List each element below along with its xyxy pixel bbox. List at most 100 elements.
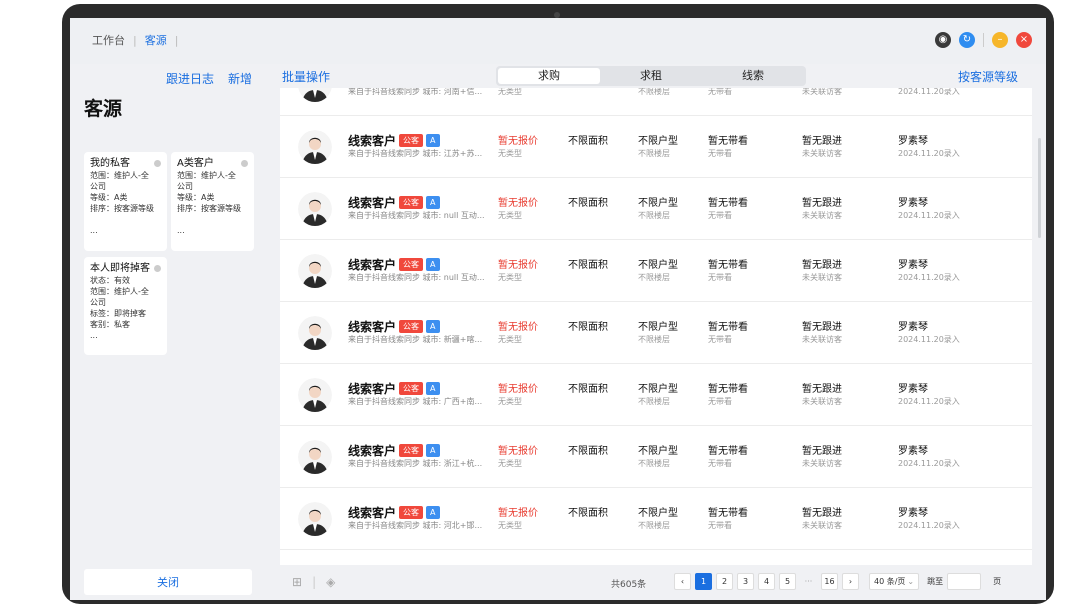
globe-icon[interactable]: ◉ — [935, 32, 951, 48]
jump-label: 跳至 — [927, 577, 944, 586]
customer-name[interactable]: 线索客户 — [348, 380, 396, 397]
price-type: 无类型 — [498, 521, 522, 530]
crumb-workbench[interactable]: 工作台 — [92, 32, 125, 48]
page-word: 页 — [993, 577, 1002, 586]
table-row[interactable]: 线索客户 公客 A 来自于抖音线索同步 城市: 广西+南... 暂无报价 无类型 不限面积不… — [280, 364, 1032, 426]
table-row[interactable]: 线索客户 公客 A 来自于抖音线索同步 城市: 江苏+苏... 暂无报价 无类型 不限面积不… — [280, 116, 1032, 178]
left-panel-links: 跟进日志 新增 — [166, 70, 252, 87]
tab-rent[interactable]: 求租 — [600, 68, 702, 84]
prev-page-button[interactable]: ‹ — [674, 573, 691, 590]
area-value: 不限面积 — [568, 260, 608, 271]
page-button[interactable]: 5 — [779, 573, 796, 590]
page-button[interactable]: 2 — [716, 573, 733, 590]
grade-badge: A — [426, 506, 440, 519]
price-cell: 暂无报价无类型 — [498, 508, 538, 532]
page-ellipsis[interactable]: ··· — [800, 573, 817, 590]
floor-value: 不限楼层 — [638, 397, 670, 406]
viewing-cell: 暂无带看无带看 — [708, 88, 748, 98]
batch-operation-link[interactable]: 批量操作 — [282, 68, 330, 85]
follow-sub: 未关联访客 — [802, 335, 842, 344]
price-cell: 暂无报价无类型 — [498, 446, 538, 470]
avatar — [298, 254, 332, 288]
tab-buy[interactable]: 求购 — [498, 68, 600, 84]
follow-value: 暂无跟进 — [802, 198, 842, 209]
viewing-sub: 无带看 — [708, 273, 732, 282]
follow-cell: 暂无跟进未关联访客 — [802, 88, 842, 98]
status-dot-icon — [154, 265, 161, 272]
page-button[interactable]: 1 — [695, 573, 712, 590]
customer-source: 来自于抖音线索同步 城市: 广西+南... — [348, 397, 483, 406]
page-size-select[interactable]: 40 条/页 ⌄ — [869, 573, 920, 590]
customer-name-line: 线索客户 公客 A — [348, 132, 440, 149]
viewing-value: 暂无带看 — [708, 322, 748, 333]
card-line: 客别：私客 — [90, 320, 130, 329]
room-cell: 不限户型不限楼层 — [638, 198, 678, 222]
filter-card-dropping[interactable]: 本人即将掉客 状态：有效 范围：维护人-全 公司 标签：即将掉客 客别：私客 .… — [84, 257, 167, 355]
page-button[interactable]: 3 — [737, 573, 754, 590]
tab-leads[interactable]: 线索 — [702, 68, 804, 84]
filter-card-my-private[interactable]: 我的私客 范围：维护人-全 公司 等级：A类 排序：按客源等级 ... — [84, 152, 167, 251]
customer-name[interactable]: 线索客户 — [348, 194, 396, 211]
card-line: 范围：维护人-全 — [177, 171, 236, 180]
customer-name-line: 线索客户 公客 A — [348, 194, 440, 211]
crumb-customers[interactable]: 客源 — [145, 32, 167, 48]
collapse-icon[interactable]: ◈ — [326, 575, 335, 589]
agent-cell: 罗素琴2024.11.20录入 — [898, 198, 960, 222]
close-icon[interactable]: × — [1016, 32, 1032, 48]
follow-cell: 暂无跟进未关联访客 — [802, 446, 842, 470]
follow-log-link[interactable]: 跟进日志 — [166, 70, 214, 87]
customer-name[interactable]: 线索客户 — [348, 442, 396, 459]
price-value: 暂无报价 — [498, 446, 538, 457]
list-header: 批量操作 求购 求租 线索 按客源等级 — [266, 64, 1046, 88]
minimize-icon[interactable]: – — [992, 32, 1008, 48]
price-cell: 暂无报价无类型 — [498, 260, 538, 284]
scrollbar[interactable] — [1038, 138, 1041, 238]
refresh-icon[interactable]: ↻ — [959, 32, 975, 48]
agent-cell: 罗素琴2024.11.20录入 — [898, 508, 960, 532]
customer-source: 来自于抖音线索同步 城市: 江苏+苏... — [348, 149, 483, 158]
table-row[interactable]: 线索客户公客A来自于抖音线索同步 城市: 河南+信...暂无报价无类型不限面积不… — [280, 88, 1032, 116]
table-row[interactable]: 线索客户 公客 A 来自于抖音线索同步 城市: 河北+邯... 暂无报价 无类型 不限面积不… — [280, 488, 1032, 550]
room-value: 不限户型 — [638, 136, 678, 147]
customer-name-line: 线索客户 公客 A — [348, 318, 440, 335]
agent-name: 罗素琴 — [898, 446, 928, 457]
agent-cell: 罗素琴2024.11.20录入 — [898, 88, 960, 98]
follow-sub: 未关联访客 — [802, 149, 842, 158]
room-value: 不限户型 — [638, 322, 678, 333]
window-controls: ◉ ↻ – × — [935, 32, 1032, 48]
sort-by-grade-link[interactable]: 按客源等级 — [958, 68, 1018, 85]
entry-date: 2024.11.20录入 — [898, 149, 960, 158]
area-value: 不限面积 — [568, 198, 608, 209]
page-button[interactable]: 4 — [758, 573, 775, 590]
customer-name[interactable]: 线索客户 — [348, 256, 396, 273]
area-cell: 不限面积 — [568, 260, 608, 272]
table-row[interactable]: 线索客户 公客 A 来自于抖音线索同步 城市: null 互动... 暂无报价 无类型 不限… — [280, 178, 1032, 240]
room-value: 不限户型 — [638, 508, 678, 519]
table-row[interactable]: 线索客户 公客 A 来自于抖音线索同步 城市: null 互动... 暂无报价 无类型 不限… — [280, 240, 1032, 302]
price-type: 无类型 — [498, 397, 522, 406]
entry-date: 2024.11.20录入 — [898, 88, 960, 96]
grade-badge: A — [426, 320, 440, 333]
page-button[interactable]: 16 — [821, 573, 838, 590]
area-cell: 不限面积 — [568, 322, 608, 334]
follow-sub: 未关联访客 — [802, 521, 842, 530]
follow-value: 暂无跟进 — [802, 508, 842, 519]
avatar — [298, 88, 332, 102]
follow-value: 暂无跟进 — [802, 260, 842, 271]
add-new-link[interactable]: 新增 — [228, 70, 252, 87]
table-row[interactable]: 线索客户 公客 A 来自于抖音线索同步 城市: 浙江+杭... 暂无报价 无类型 不限面积不… — [280, 426, 1032, 488]
viewing-cell: 暂无带看无带看 — [708, 136, 748, 160]
grid-view-icon[interactable]: ⊞ — [292, 575, 302, 589]
breadcrumb: 工作台 | 客源 | — [92, 32, 178, 48]
next-page-button[interactable]: › — [842, 573, 859, 590]
customer-name[interactable]: 线索客户 — [348, 504, 396, 521]
jump-page-input[interactable] — [947, 573, 982, 590]
customer-name[interactable]: 线索客户 — [348, 132, 396, 149]
table-row[interactable]: 线索客户 公客 A 来自于抖音线索同步 城市: 新疆+喀... 暂无报价 无类型 不限面积不… — [280, 302, 1032, 364]
price-value: 暂无报价 — [498, 322, 538, 333]
customer-name[interactable]: 线索客户 — [348, 318, 396, 335]
viewing-sub: 无带看 — [708, 521, 732, 530]
close-button[interactable]: 关闭 — [84, 569, 252, 595]
avatar — [298, 440, 332, 474]
filter-card-a-class[interactable]: A类客户 范围：维护人-全 公司 等级：A类 排序：按客源等级 ... — [171, 152, 254, 251]
